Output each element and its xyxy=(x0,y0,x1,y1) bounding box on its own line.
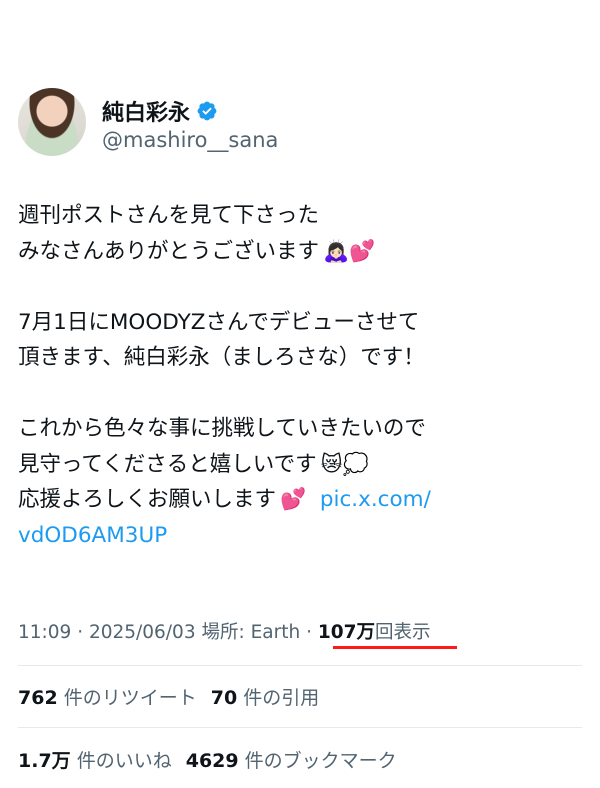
user-handle[interactable]: @mashiro__sana xyxy=(102,128,278,152)
timestamp[interactable]: 11:09 · 2025/06/03 xyxy=(18,622,196,643)
tweet-meta: 11:09 · 2025/06/03 場所: Earth · 107万回表示 xyxy=(18,618,431,644)
stats-row-likes: 1.7万 件のいいね 4629 件のブックマーク xyxy=(18,746,397,773)
tweet-line: 見守ってくださると嬉しいです 😿💭 xyxy=(18,451,369,477)
tweet-line: これから色々な事に挑戦していきたいので xyxy=(18,416,426,441)
divider xyxy=(18,665,582,666)
tweet-line: 応援よろしくお願いします 💕 pic.x.com/ xyxy=(18,487,431,512)
display-name[interactable]: 純白彩永 xyxy=(102,95,190,127)
likes-stat[interactable]: 1.7万 件のいいね xyxy=(18,750,172,772)
quotes-stat[interactable]: 70 件の引用 xyxy=(211,687,320,709)
bowing-heart-emoji: 🙇🏻‍♀️💕 xyxy=(323,238,376,263)
tweet-line: 頂きます、純白彩永（ましろさな）です！ xyxy=(18,345,425,370)
heart-emoji: 💕 xyxy=(280,487,307,511)
views-highlight-underline xyxy=(333,646,457,649)
views-label: 回表示 xyxy=(375,622,431,643)
tweet-line: vdOD6AM3UP xyxy=(18,518,583,554)
tweet-line: 7月1日にMOODYZさんでデビューさせて xyxy=(18,309,420,335)
tweet-header: 純白彩永 @mashiro__sana xyxy=(18,88,578,158)
retweets-stat[interactable]: 762 件のリツイート xyxy=(18,687,197,709)
tweet-line: 週刊ポストさんを見て下さった xyxy=(18,203,320,228)
views-count: 107万 xyxy=(317,622,375,643)
name-row: 純白彩永 xyxy=(102,95,218,127)
crying-cat-thought-emoji: 😿💭 xyxy=(320,451,369,476)
verified-badge-icon xyxy=(197,101,217,121)
divider xyxy=(18,727,582,728)
tweet-text: 週刊ポストさんを見て下さった みなさんありがとうございます 🙇🏻‍♀️💕 7月1日… xyxy=(18,198,583,553)
media-link-continued[interactable]: vdOD6AM3UP xyxy=(18,523,167,548)
tweet-line: みなさんありがとうございます 🙇🏻‍♀️💕 xyxy=(18,238,376,264)
avatar[interactable] xyxy=(18,88,86,156)
bookmarks-stat[interactable]: 4629 件のブックマーク xyxy=(186,750,397,772)
location: 場所: Earth · xyxy=(201,622,312,643)
media-link[interactable]: pic.x.com/ xyxy=(320,487,431,512)
stats-row-reposts: 762 件のリツイート 70 件の引用 xyxy=(18,683,319,710)
